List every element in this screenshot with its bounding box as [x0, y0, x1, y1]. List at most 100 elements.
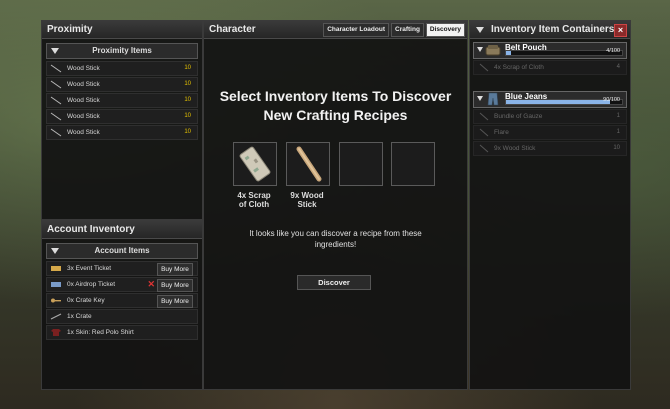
scrap-cloth-icon: [239, 146, 271, 182]
shirt-icon: [51, 329, 61, 336]
account-inventory-panel: Account Inventory Account Items 3x Event…: [41, 220, 203, 390]
account-item-row[interactable]: 1x Skin: Red Polo Shirt: [46, 325, 198, 340]
collapse-triangle-icon[interactable]: [477, 47, 483, 52]
slot-2-label-line2: Stick: [297, 200, 317, 209]
slot-1-label-line1: 4x Scrap: [237, 191, 271, 200]
wood-stick-icon: [50, 64, 62, 73]
item-name: 0x Airdrop Ticket: [67, 281, 116, 288]
container-item-row[interactable]: 4x Scrap of Cloth 4: [473, 60, 627, 75]
item-count: 1: [616, 129, 620, 135]
discovery-message-line2: ingredients!: [314, 240, 357, 249]
item-name: Wood Stick: [67, 113, 100, 120]
belt-pouch-capacity-text: 4/100: [606, 48, 620, 54]
item-icon: [479, 112, 489, 121]
collapse-triangle-icon[interactable]: [51, 248, 59, 254]
buy-more-button[interactable]: Buy More: [157, 263, 193, 276]
character-title-text: Character: [209, 24, 256, 35]
wood-stick-icon: [50, 128, 62, 137]
item-name: Wood Stick: [67, 65, 100, 72]
unavailable-x-icon: ✕: [147, 279, 155, 289]
wood-stick-icon: [50, 80, 62, 89]
collapse-triangle-icon[interactable]: [51, 48, 59, 54]
container-item-row[interactable]: Flare 1: [473, 125, 627, 140]
containers-title-text: Inventory Item Containers: [491, 24, 615, 35]
crate-icon: [50, 313, 62, 320]
discovery-message-line1: It looks like you can discover a recipe …: [249, 229, 422, 238]
wood-stick-icon: [296, 146, 322, 182]
item-count: 10: [184, 129, 191, 135]
item-icon: [479, 128, 489, 137]
proximity-item-row[interactable]: Wood Stick 10: [46, 125, 198, 140]
slot-1-label: 4x Scrap of Cloth: [229, 191, 279, 209]
item-name: Bundle of Gauze: [494, 113, 543, 120]
item-count: 10: [184, 97, 191, 103]
airdrop-ticket-icon: [51, 282, 61, 287]
proximity-item-row[interactable]: Wood Stick 10: [46, 61, 198, 76]
ingredient-slot-2[interactable]: [286, 142, 330, 186]
discovery-message: It looks like you can discover a recipe …: [204, 228, 467, 250]
key-icon: [51, 298, 61, 303]
tab-discovery[interactable]: Discovery: [425, 23, 465, 37]
ingredient-slot-3[interactable]: [339, 142, 383, 186]
buy-more-button[interactable]: Buy More: [157, 295, 193, 308]
belt-pouch-icon: [485, 45, 501, 56]
item-name: 3x Event Ticket: [67, 265, 112, 272]
collapse-triangle-icon[interactable]: [477, 96, 483, 101]
item-count: 10: [184, 113, 191, 119]
blue-jeans-icon: [487, 92, 499, 106]
slot-2-label-line1: 9x Wood: [290, 191, 324, 200]
account-item-row[interactable]: 0x Airdrop Ticket ✕ Buy More: [46, 277, 198, 292]
item-name: Wood Stick: [67, 97, 100, 104]
account-item-row[interactable]: 3x Event Ticket Buy More: [46, 261, 198, 276]
proximity-item-row[interactable]: Wood Stick 10: [46, 109, 198, 124]
blue-jeans-capacity-bar: 90/100: [505, 97, 623, 105]
item-count: 4: [616, 64, 620, 70]
item-name: 1x Crate: [67, 313, 92, 320]
item-name: 4x Scrap of Cloth: [494, 64, 544, 71]
item-icon: [479, 144, 489, 153]
discovery-heading-line2: New Crafting Recipes: [263, 107, 408, 123]
slot-2-label: 9x Wood Stick: [282, 191, 332, 209]
container-item-row[interactable]: 9x Wood Stick 10: [473, 141, 627, 156]
account-inventory-title: Account Inventory: [42, 221, 202, 239]
ingredient-slot-1[interactable]: [233, 142, 277, 186]
ingredient-slot-4[interactable]: [391, 142, 435, 186]
belt-pouch-capacity-fill: [506, 51, 511, 55]
containers-title: Inventory Item Containers ×: [470, 21, 630, 39]
blue-jeans-capacity-text: 90/100: [603, 97, 620, 103]
item-icon: [479, 63, 489, 72]
close-icon[interactable]: ×: [614, 24, 627, 37]
collapse-triangle-icon[interactable]: [476, 27, 484, 33]
proximity-item-row[interactable]: Wood Stick 10: [46, 93, 198, 108]
item-name: Flare: [494, 129, 509, 136]
account-items-label: Account Items: [94, 246, 150, 255]
item-name: 9x Wood Stick: [494, 145, 536, 152]
account-item-row[interactable]: 0x Crate Key Buy More: [46, 293, 198, 308]
blue-jeans-header[interactable]: Blue Jeans 90/100: [473, 91, 627, 108]
account-item-row[interactable]: 1x Crate: [46, 309, 198, 324]
container-item-row[interactable]: Bundle of Gauze 1: [473, 109, 627, 124]
item-name: 1x Skin: Red Polo Shirt: [67, 329, 134, 336]
proximity-items-header[interactable]: Proximity Items: [46, 43, 198, 59]
discovery-heading: Select Inventory Items To Discover New C…: [204, 87, 467, 125]
proximity-item-row[interactable]: Wood Stick 10: [46, 77, 198, 92]
item-count: 1: [616, 113, 620, 119]
proximity-title: Proximity: [42, 21, 202, 39]
discover-button[interactable]: Discover: [297, 275, 371, 290]
buy-more-button[interactable]: Buy More: [157, 279, 193, 292]
proximity-panel: Proximity Proximity Items Wood Stick 10 Wo…: [41, 20, 203, 220]
item-count: 10: [613, 145, 620, 151]
item-name: Wood Stick: [67, 129, 100, 136]
item-count: 10: [184, 81, 191, 87]
blue-jeans-capacity-fill: [506, 100, 611, 104]
wood-stick-icon: [50, 112, 62, 121]
account-items-header[interactable]: Account Items: [46, 243, 198, 259]
character-tabs: Character Loadout Crafting Discovery: [323, 23, 465, 37]
ticket-icon: [51, 266, 61, 271]
character-title: Character Character Loadout Crafting Dis…: [204, 21, 467, 39]
proximity-items-label: Proximity Items: [92, 46, 152, 55]
tab-crafting[interactable]: Crafting: [391, 23, 424, 37]
wood-stick-icon: [50, 96, 62, 105]
tab-character-loadout[interactable]: Character Loadout: [323, 23, 389, 37]
belt-pouch-header[interactable]: Belt Pouch 4/100: [473, 42, 627, 59]
